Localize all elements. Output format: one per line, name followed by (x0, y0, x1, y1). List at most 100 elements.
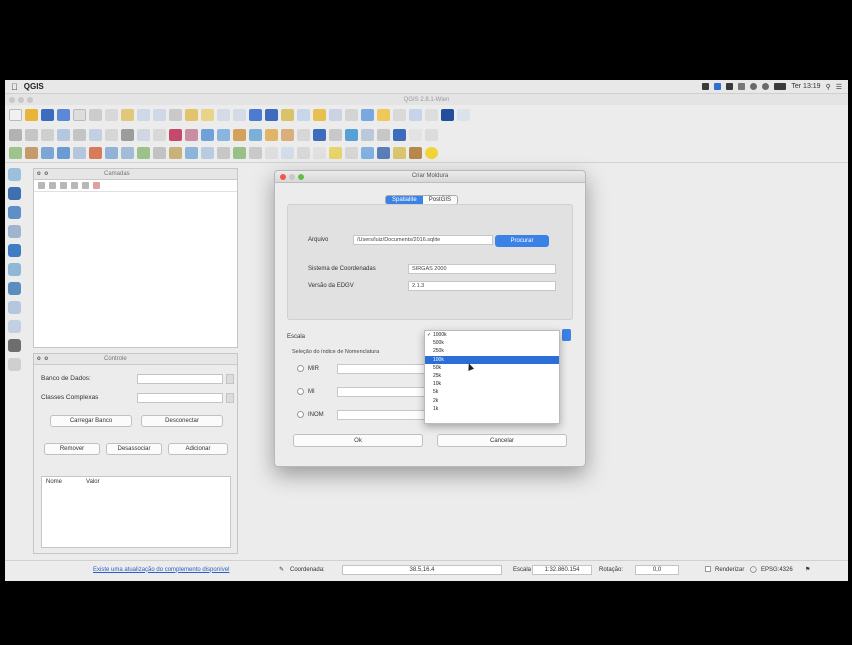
map-tips-icon[interactable] (377, 108, 390, 121)
add-oracle-icon[interactable] (89, 147, 102, 159)
crs-icon[interactable]: ◯ (750, 566, 757, 573)
battery-icon[interactable] (774, 83, 787, 90)
messages-icon[interactable]: ⚑ (805, 566, 810, 573)
label-show-icon[interactable] (233, 128, 246, 141)
add-feature-icon[interactable] (57, 128, 70, 141)
scale-option[interactable]: 1k (425, 405, 559, 413)
scale-option[interactable]: 50k (425, 364, 559, 372)
scale-field[interactable]: 1:32.860.154 (532, 564, 592, 575)
scale-option[interactable]: 10k (425, 380, 559, 388)
offset-icon[interactable] (425, 128, 438, 141)
pan-icon[interactable] (105, 108, 118, 121)
scale-option[interactable]: 100k (425, 355, 559, 364)
new-project-icon[interactable] (9, 108, 22, 121)
cancel-button[interactable]: Cancelar (437, 434, 567, 447)
desassociar-button[interactable]: Desassociar (106, 443, 162, 455)
pencil-icon[interactable] (25, 128, 38, 141)
db-icon[interactable] (409, 147, 422, 159)
zoom-selection-icon[interactable] (201, 108, 214, 121)
open-project-icon[interactable] (25, 108, 38, 121)
add-vector-icon[interactable] (9, 147, 22, 159)
python-icon[interactable] (265, 147, 278, 159)
field-calculator-icon[interactable] (329, 108, 342, 121)
stats-icon[interactable] (361, 108, 374, 121)
inspect-icon[interactable] (361, 147, 374, 159)
new-shapefile-icon[interactable] (169, 147, 182, 159)
panel-controls[interactable]: o o (37, 356, 49, 362)
ok-button[interactable]: Ok (293, 434, 423, 447)
redo-icon[interactable] (185, 128, 198, 141)
add-wfs-icon[interactable] (137, 147, 150, 159)
bookmark-icon[interactable] (393, 108, 406, 121)
render-checkbox[interactable] (705, 566, 711, 573)
frame-icon[interactable] (329, 147, 342, 159)
tab-postgis[interactable]: PostGIS (422, 196, 458, 204)
refresh-icon[interactable] (249, 108, 262, 121)
column-valor[interactable]: Valor (86, 479, 100, 485)
add-group-icon[interactable] (49, 182, 56, 189)
chevron-down-icon[interactable] (226, 393, 234, 403)
wfs-layer-icon[interactable] (8, 263, 21, 276)
new-print-icon[interactable] (73, 108, 86, 121)
table-icon[interactable] (313, 128, 326, 141)
chevron-down-icon[interactable] (226, 374, 234, 384)
label-move-icon[interactable] (249, 128, 262, 141)
rubber-band-icon[interactable] (297, 128, 310, 141)
escala-stepper[interactable] (562, 329, 571, 341)
rotation-field[interactable]: 0,0 (635, 564, 679, 575)
grid-icon[interactable] (377, 147, 390, 159)
scale-option[interactable]: 25k (425, 372, 559, 380)
status-icon[interactable] (750, 83, 758, 90)
add-raster-icon[interactable] (25, 147, 38, 159)
inom-radio[interactable] (297, 411, 304, 418)
save-icon[interactable] (41, 108, 54, 121)
oracle-layer-icon[interactable] (8, 339, 21, 352)
label-icon[interactable] (201, 128, 214, 141)
point-icon[interactable] (345, 128, 358, 141)
mir-radio[interactable] (297, 365, 304, 372)
export-icon[interactable] (393, 147, 406, 159)
merge-icon[interactable] (409, 128, 422, 141)
edgv-field[interactable]: 2.1.3 (408, 281, 556, 291)
scale-option[interactable]: 5k (425, 388, 559, 396)
label-change-icon[interactable] (281, 128, 294, 141)
inom-input[interactable] (337, 410, 433, 420)
list-icon[interactable]: ☰ (836, 83, 842, 91)
topology-icon[interactable] (297, 147, 310, 159)
processing-icon[interactable] (249, 147, 262, 159)
open-style-icon[interactable] (38, 182, 45, 189)
status-icon[interactable] (714, 83, 722, 90)
delimited-layer-icon[interactable] (8, 301, 21, 314)
scale-option[interactable]: 250k (425, 347, 559, 355)
tab-spatialite[interactable]: Spatialite (386, 196, 423, 204)
zoom-last-icon[interactable] (217, 108, 230, 121)
apple-icon[interactable]:  (11, 82, 18, 92)
zoom-out-icon[interactable] (153, 108, 166, 121)
grass-icon[interactable] (233, 147, 246, 159)
mi-input[interactable] (337, 387, 433, 397)
node-tool-icon[interactable] (89, 128, 102, 141)
add-wms-icon[interactable] (105, 147, 118, 159)
move-feature-icon[interactable] (73, 128, 86, 141)
annotation-icon[interactable] (409, 108, 422, 121)
add-postgis-icon[interactable] (41, 147, 54, 159)
mir-option[interactable]: MIR (297, 365, 319, 372)
plugin-icon[interactable] (281, 147, 294, 159)
scale-option[interactable]: ✓ 1000k (425, 331, 559, 339)
add-spatialite-icon[interactable] (57, 147, 70, 159)
scale-option[interactable]: 2k (425, 397, 559, 405)
smiley-icon[interactable] (425, 147, 438, 159)
georef-icon[interactable] (313, 147, 326, 159)
zoom-full-icon[interactable] (169, 108, 182, 121)
cut-icon[interactable] (121, 128, 134, 141)
coordinate-field[interactable]: 38.5,16.4 (342, 564, 502, 575)
remove-icon[interactable] (93, 182, 100, 189)
split-icon[interactable] (393, 128, 406, 141)
zoom-next-icon[interactable] (233, 108, 246, 121)
label-pin-icon[interactable] (217, 128, 230, 141)
add-delimited-icon[interactable] (153, 147, 166, 159)
app-menu-name[interactable]: QGIS (24, 82, 44, 91)
classes-select[interactable] (137, 393, 223, 403)
wifi-icon[interactable] (762, 83, 770, 90)
mi-option[interactable]: MI (297, 388, 315, 395)
